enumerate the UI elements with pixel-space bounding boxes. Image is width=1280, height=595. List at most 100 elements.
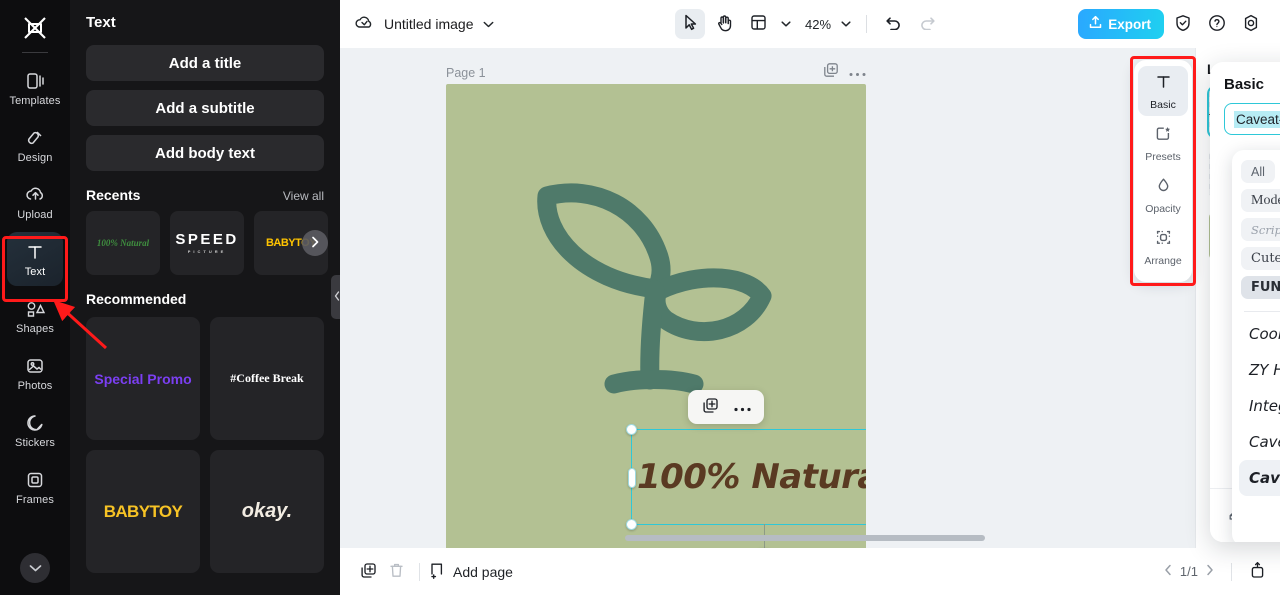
zoom-level-value[interactable]: 42% bbox=[799, 17, 833, 32]
duplicate-object-button[interactable] bbox=[697, 394, 723, 420]
sidebar-item-label: Photos bbox=[17, 379, 53, 392]
recents-header: Recents View all bbox=[86, 187, 324, 203]
add-page-button[interactable]: Add page bbox=[429, 561, 513, 582]
recents-view-all-link[interactable]: View all bbox=[283, 189, 324, 203]
font-panel-title: Basic bbox=[1224, 76, 1265, 93]
chevron-left-icon bbox=[334, 290, 340, 304]
delete-page-button[interactable] bbox=[382, 558, 410, 586]
font-list-item[interactable]: ZY HONEST bbox=[1239, 352, 1280, 388]
font-category-chip[interactable]: FUN bbox=[1241, 276, 1280, 299]
export-button[interactable]: Export bbox=[1078, 9, 1164, 39]
resize-handle-bottom-left[interactable] bbox=[626, 519, 637, 530]
font-list-item[interactable]: Cookie-Regular bbox=[1239, 316, 1280, 352]
rtool-presets[interactable]: Presets bbox=[1138, 118, 1188, 168]
recommended-item-label: Special Promo bbox=[94, 370, 192, 387]
next-page-button[interactable] bbox=[1206, 563, 1214, 580]
recent-item-label: SPEED bbox=[175, 231, 239, 248]
recent-item-label: 100% Natural bbox=[96, 238, 150, 248]
chevron-down-icon[interactable] bbox=[483, 15, 494, 33]
sidebar-item-stickers[interactable]: Stickers bbox=[7, 403, 63, 457]
canvas-horizontal-scrollbar[interactable] bbox=[625, 535, 985, 541]
hand-tool-button[interactable] bbox=[709, 9, 739, 39]
photos-image-icon bbox=[25, 355, 45, 377]
redo-arrow-icon bbox=[919, 15, 936, 33]
right-property-toolbar: Basic Presets Opacity Arrange bbox=[1134, 60, 1192, 282]
sidebar-item-shapes[interactable]: Shapes bbox=[7, 289, 63, 343]
sidebar-item-frames[interactable]: Frames bbox=[7, 460, 63, 514]
sidebar-item-templates[interactable]: Templates bbox=[7, 61, 63, 115]
sidebar-item-text[interactable]: Text bbox=[7, 232, 63, 286]
sidebar-item-upload[interactable]: Upload bbox=[7, 175, 63, 229]
shapes-icon bbox=[25, 298, 46, 320]
help-button[interactable] bbox=[1202, 9, 1232, 39]
recommended-item[interactable]: BABYTOY bbox=[86, 450, 200, 573]
font-properties-panel: Basic Caveat-Bold 38.14 bbox=[1210, 62, 1280, 542]
recents-next-button[interactable] bbox=[302, 230, 328, 256]
undo-button[interactable] bbox=[878, 9, 908, 39]
shield-check-button[interactable] bbox=[1168, 9, 1198, 39]
font-category-chip[interactable]: Script bbox=[1241, 218, 1280, 241]
recommended-item[interactable]: #Coffee Break bbox=[210, 317, 324, 440]
sidebar-item-label: Shapes bbox=[16, 322, 54, 335]
rtool-basic[interactable]: Basic bbox=[1138, 66, 1188, 116]
trash-icon bbox=[389, 562, 404, 582]
recents-title: Recents bbox=[86, 187, 141, 203]
recommended-title: Recommended bbox=[86, 291, 187, 307]
resize-handle-left[interactable] bbox=[627, 468, 636, 488]
add-page-label: Add page bbox=[453, 563, 513, 580]
duplicate-page-icon[interactable] bbox=[823, 62, 839, 83]
recent-item-sublabel: PICTURE bbox=[187, 249, 227, 254]
prev-page-button[interactable] bbox=[1164, 563, 1172, 580]
design-page[interactable]: 100% Natural bbox=[446, 84, 866, 548]
add-body-text-button[interactable]: Add body text bbox=[86, 135, 324, 171]
add-title-button[interactable]: Add a title bbox=[86, 45, 324, 81]
font-category-chip[interactable]: Cute bbox=[1241, 247, 1280, 270]
resize-handle-top-left[interactable] bbox=[626, 424, 637, 435]
layout-chevron-down-icon[interactable] bbox=[777, 9, 795, 39]
topbar-center-tools: 42% bbox=[675, 9, 942, 39]
recommended-grid: Special Promo #Coffee Break BABYTOY okay… bbox=[86, 317, 324, 573]
object-more-button[interactable] bbox=[729, 394, 755, 420]
recommended-item[interactable]: Special Promo bbox=[86, 317, 200, 440]
panel-collapse-handle[interactable] bbox=[331, 275, 340, 319]
add-subtitle-button[interactable]: Add a subtitle bbox=[86, 90, 324, 126]
font-category-chip[interactable]: Modern bbox=[1241, 189, 1280, 212]
rail-divider bbox=[22, 52, 48, 53]
font-list-item[interactable]: Integrity bbox=[1239, 388, 1280, 424]
font-list-item-selected[interactable]: Caveat-Bold bbox=[1239, 460, 1280, 496]
top-toolbar: Untitled image 42% Export bbox=[340, 0, 1280, 48]
chip-label: Script bbox=[1251, 222, 1280, 237]
select-tool-button[interactable] bbox=[675, 9, 705, 39]
page-actions bbox=[823, 62, 866, 83]
document-title[interactable]: Untitled image bbox=[384, 16, 474, 32]
recent-item[interactable]: SPEED PICTURE bbox=[170, 211, 244, 275]
cloud-saved-icon[interactable] bbox=[354, 13, 375, 36]
recent-item[interactable]: 100% Natural bbox=[86, 211, 160, 275]
font-category-chip[interactable]: All bbox=[1241, 160, 1275, 183]
chip-label: Cute bbox=[1251, 251, 1280, 266]
font-list-item[interactable]: Caveat-Regular bbox=[1239, 424, 1280, 460]
export-frame-icon[interactable] bbox=[1249, 561, 1266, 582]
selection-bounding-box[interactable] bbox=[626, 424, 866, 548]
zoom-chevron-down-icon[interactable] bbox=[837, 9, 855, 39]
more-horizontal-icon[interactable] bbox=[849, 64, 866, 82]
duplicate-icon bbox=[702, 397, 719, 417]
sidebar-item-design[interactable]: Design bbox=[7, 118, 63, 172]
rtool-arrange[interactable]: Arrange bbox=[1138, 222, 1188, 272]
recommended-item-label: okay. bbox=[241, 500, 293, 522]
capcut-logo-icon[interactable] bbox=[13, 8, 57, 48]
redo-button[interactable] bbox=[912, 9, 942, 39]
layout-grid-icon bbox=[750, 14, 767, 34]
rail-collapse-button[interactable] bbox=[20, 553, 50, 583]
layout-tool-button[interactable] bbox=[743, 9, 773, 39]
duplicate-page-button[interactable] bbox=[354, 558, 382, 586]
rtool-opacity[interactable]: Opacity bbox=[1138, 170, 1188, 220]
sidebar-item-label: Text bbox=[24, 265, 46, 278]
bottombar-divider bbox=[419, 562, 420, 581]
font-controls-row: Caveat-Bold 38.14 bbox=[1210, 103, 1280, 135]
sidebar-item-photos[interactable]: Photos bbox=[7, 346, 63, 400]
recommended-item[interactable]: okay. bbox=[210, 450, 324, 573]
page-header: Page 1 bbox=[446, 62, 866, 83]
settings-button[interactable] bbox=[1236, 9, 1266, 39]
font-family-select[interactable]: Caveat-Bold bbox=[1224, 103, 1280, 135]
